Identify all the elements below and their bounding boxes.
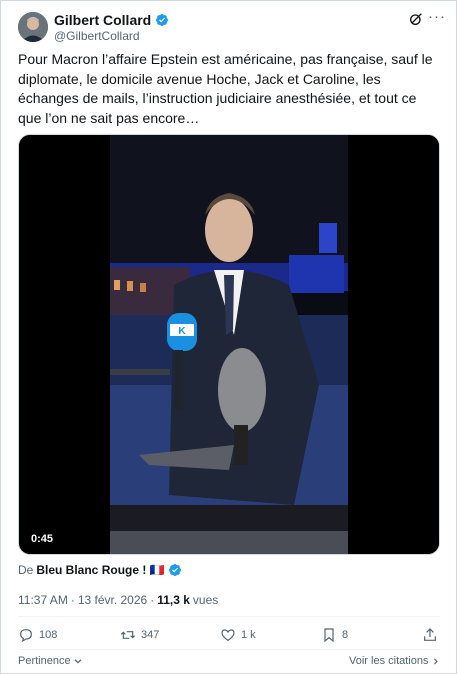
tweet-time[interactable]: 11:37 AM [18,593,68,607]
share-icon [424,628,436,641]
reply-count: 108 [39,629,58,641]
author-name-row: Gilbert Collard [54,12,169,28]
divider [18,649,440,650]
reply-icon [20,629,32,643]
chevron-right-icon [434,657,439,665]
repost-icon [120,631,136,639]
relevance-sort[interactable]: Pertinence [18,655,83,667]
view-quotes-link[interactable]: Voir les citations [349,655,440,667]
action-bar: 108 347 1 k 8 [18,627,440,647]
tweet-date[interactable]: 13 févr. 2026 [78,593,147,607]
views-label: vues [192,593,219,607]
verified-badge-icon [156,14,169,26]
video-player[interactable]: K 0:45 [18,134,440,555]
share-button[interactable] [422,627,438,643]
bookmark-icon [324,628,334,643]
author-avatar[interactable] [18,12,48,42]
author-handle[interactable]: @GilbertCollard [54,29,140,43]
tweet-text: Pour Macron l’affaire Epstein est améric… [18,51,433,126]
tweet-card: Gilbert Collard @GilbertCollard ··· Pour… [0,0,457,674]
grok-icon[interactable] [408,11,424,27]
from-prefix: De [18,563,34,577]
chevron-down-icon [74,659,81,664]
video-frame: K [19,135,439,554]
meta-separator: · [150,593,155,607]
video-duration: 0:45 [31,533,54,545]
relevance-label: Pertinence [18,655,71,667]
heart-icon [221,629,235,642]
bookmark-count: 8 [342,629,349,641]
views-count: 11,3 k [157,593,190,607]
from-source-link[interactable]: Bleu Blanc Rouge ! 🇫🇷 [36,563,164,577]
like-button[interactable]: 1 k [220,627,256,643]
repost-count: 347 [141,629,160,641]
verified-badge-icon [168,564,181,576]
meta-separator: · [70,593,75,607]
reply-button[interactable]: 108 [18,627,57,643]
view-quotes-label: Voir les citations [349,655,429,667]
tweet-meta: 11:37 AM · 13 févr. 2026 · 11,3 k vues [18,593,218,607]
bookmark-button[interactable]: 8 [321,627,348,643]
media-source-row: De Bleu Blanc Rouge ! 🇫🇷 [18,563,182,577]
author-name[interactable]: Gilbert Collard [54,12,151,28]
divider [18,616,440,617]
more-icon[interactable]: ··· [428,9,445,27]
like-count: 1 k [241,629,256,641]
mic-logo-text: K [178,326,186,337]
repost-button[interactable]: 347 [120,627,159,643]
